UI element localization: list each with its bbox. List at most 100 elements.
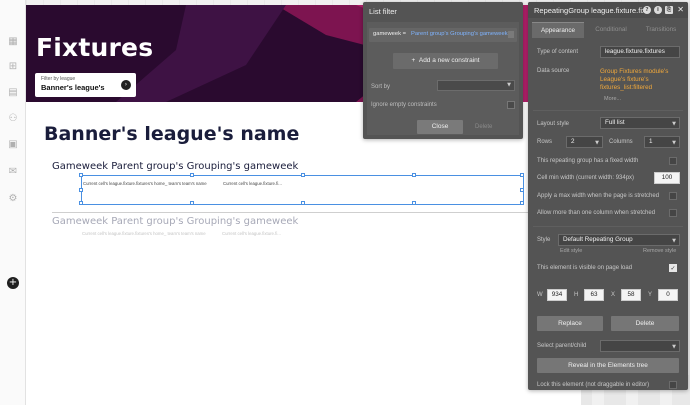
type-of-content-select[interactable]: league.fixture.fixtures [600, 46, 680, 58]
property-editor[interactable]: RepeatingGroup league.fixture.fixt ? i ⎘… [528, 2, 688, 390]
type-of-content-label: Type of content [537, 49, 579, 55]
fixture-field-text-faded: Current cell's league.fixture.fi... [222, 231, 281, 236]
add-element-button[interactable]: + [7, 277, 19, 289]
close-button[interactable]: Close [417, 120, 463, 134]
remove-style-link[interactable]: Remove style [643, 248, 676, 254]
columns-label: Columns [609, 139, 633, 145]
data-source-more[interactable]: More... [604, 96, 621, 102]
league-name-heading[interactable]: Banner's league's name [44, 123, 299, 145]
cell-min-width-label: Cell min width (current width: 934px) [537, 175, 635, 181]
tab-appearance[interactable]: Appearance [532, 22, 584, 38]
visible-on-load-checkbox[interactable]: ✓ [669, 264, 677, 272]
y-input[interactable]: 0 [658, 289, 678, 301]
chevron-right-icon[interactable]: › [121, 80, 131, 90]
lock-element-checkbox[interactable] [669, 381, 677, 389]
resize-handle[interactable] [520, 173, 524, 177]
data-source-expression[interactable]: Group Fixtures module's League's fixture… [600, 68, 680, 92]
reveal-in-tree-button[interactable]: Reveal in the Elements tree [537, 358, 679, 373]
multi-column-label: Allow more than one column when stretche… [537, 210, 656, 216]
columns-select[interactable]: 1 ▼ [644, 136, 680, 148]
fixed-width-label: This repeating group has a fixed width [537, 158, 639, 164]
home-team-text[interactable]: Current cell's league.fixture.fixtures's… [83, 181, 207, 186]
resize-handle[interactable] [79, 188, 83, 192]
property-editor-header[interactable]: RepeatingGroup league.fixture.fixt ? i ⎘… [528, 2, 688, 18]
users-icon[interactable]: ⚇ [7, 113, 19, 124]
select-parent-select[interactable]: ▼ [600, 340, 680, 352]
sort-by-label: Sort by [371, 84, 391, 90]
row-divider [52, 212, 576, 213]
resize-handle[interactable] [412, 173, 416, 177]
x-input[interactable]: 58 [621, 289, 641, 301]
multi-column-checkbox[interactable] [669, 209, 677, 217]
league-filter-dropdown[interactable]: Filter by league Banner's league's › [35, 73, 136, 97]
chevron-down-icon: ▼ [672, 344, 676, 350]
chevron-down-icon: ▼ [672, 140, 676, 146]
filter-constraint[interactable]: gameweek = Parent group's Grouping's gam… [369, 28, 517, 42]
ignore-empty-checkbox[interactable] [507, 101, 515, 109]
close-icon[interactable]: ✕ [677, 5, 684, 14]
resize-handle[interactable] [520, 188, 524, 192]
section-divider [533, 110, 683, 111]
dropdown-value: Banner's league's [41, 83, 105, 92]
y-label: Y [648, 292, 653, 298]
add-constraint-button[interactable]: + Add a new constraint [393, 53, 498, 69]
repeating-group-selection[interactable]: Current cell's league.fixture.fixtures's… [79, 173, 524, 205]
resize-handle[interactable] [520, 201, 524, 205]
fixture-field-text[interactable]: Current cell's league.fixture.fi... [223, 181, 282, 186]
layout-style-select[interactable]: Full list ▼ [600, 117, 680, 129]
visible-on-load-label: This element is visible on page load [537, 265, 633, 271]
style-select[interactable]: Default Repeating Group ▼ [558, 234, 680, 246]
help-icon[interactable]: ? [643, 6, 651, 14]
max-width-checkbox[interactable] [669, 192, 677, 200]
resize-handle[interactable] [301, 173, 305, 177]
table-icon[interactable]: ▤ [7, 87, 19, 98]
constraint-value[interactable]: Parent group's Grouping's gameweek [411, 31, 508, 37]
lock-element-label: Lock this element (not draggable in edit… [537, 382, 650, 388]
left-toolbar: ▦ ⊞ ▤ ⚇ ▣ ✉ ⚙ + [0, 0, 26, 405]
replace-button[interactable]: Replace [537, 316, 603, 331]
rows-value: 2 [571, 138, 575, 145]
style-value: Default Repeating Group [563, 236, 633, 243]
list-filter-panel[interactable]: List filter gameweek = Parent group's Gr… [363, 2, 523, 139]
gear-icon[interactable]: ⚙ [7, 193, 19, 204]
chevron-down-icon: ▼ [672, 238, 676, 244]
resize-handle[interactable] [412, 201, 416, 205]
edit-style-link[interactable]: Edit style [560, 248, 582, 254]
constraint-key[interactable]: gameweek = [373, 31, 406, 37]
mail-icon[interactable]: ✉ [7, 166, 19, 177]
delete-filter-button[interactable]: Delete [475, 124, 492, 130]
width-input[interactable]: 934 [547, 289, 567, 301]
info-icon[interactable]: i [654, 6, 662, 14]
copy-icon[interactable]: ⎘ [665, 6, 673, 14]
rows-select[interactable]: 2 ▼ [566, 136, 603, 148]
height-input[interactable]: 63 [584, 289, 604, 301]
cell-min-width-input[interactable]: 100 [654, 172, 680, 184]
width-label: W [537, 292, 543, 298]
layout-style-value: Full list [605, 119, 625, 126]
remove-constraint-icon[interactable] [508, 31, 514, 38]
delete-button[interactable]: Delete [611, 316, 679, 331]
x-label: X [611, 292, 616, 298]
property-tabs: Appearance Conditional Transitions [528, 22, 688, 38]
gameweek-heading-faded: Gameweek Parent group's Grouping's gamew… [52, 216, 299, 227]
resize-handle[interactable] [190, 173, 194, 177]
property-editor-title: RepeatingGroup league.fixture.fixt [534, 6, 648, 15]
tree-icon[interactable]: ⊞ [7, 61, 19, 72]
gameweek-heading[interactable]: Gameweek Parent group's Grouping's gamew… [52, 161, 298, 172]
style-label: Style [537, 237, 551, 243]
chevron-down-icon: ▼ [595, 140, 599, 146]
fixed-width-checkbox[interactable] [669, 157, 677, 165]
resize-handle[interactable] [190, 201, 194, 205]
chevron-down-icon: ▼ [507, 82, 511, 88]
tab-transitions[interactable]: Transitions [636, 22, 686, 38]
resize-handle[interactable] [301, 201, 305, 205]
calendar-icon[interactable]: ▣ [7, 139, 19, 150]
sort-by-select[interactable]: ▼ [437, 80, 515, 91]
resize-handle[interactable] [79, 173, 83, 177]
list-filter-title: List filter [369, 7, 397, 16]
resize-handle[interactable] [79, 201, 83, 205]
ignore-empty-label: Ignore empty constraints [371, 102, 437, 108]
tab-conditional[interactable]: Conditional [586, 22, 636, 38]
max-width-label: Apply a max width when the page is stret… [537, 193, 660, 199]
grid-icon[interactable]: ▦ [7, 36, 19, 47]
